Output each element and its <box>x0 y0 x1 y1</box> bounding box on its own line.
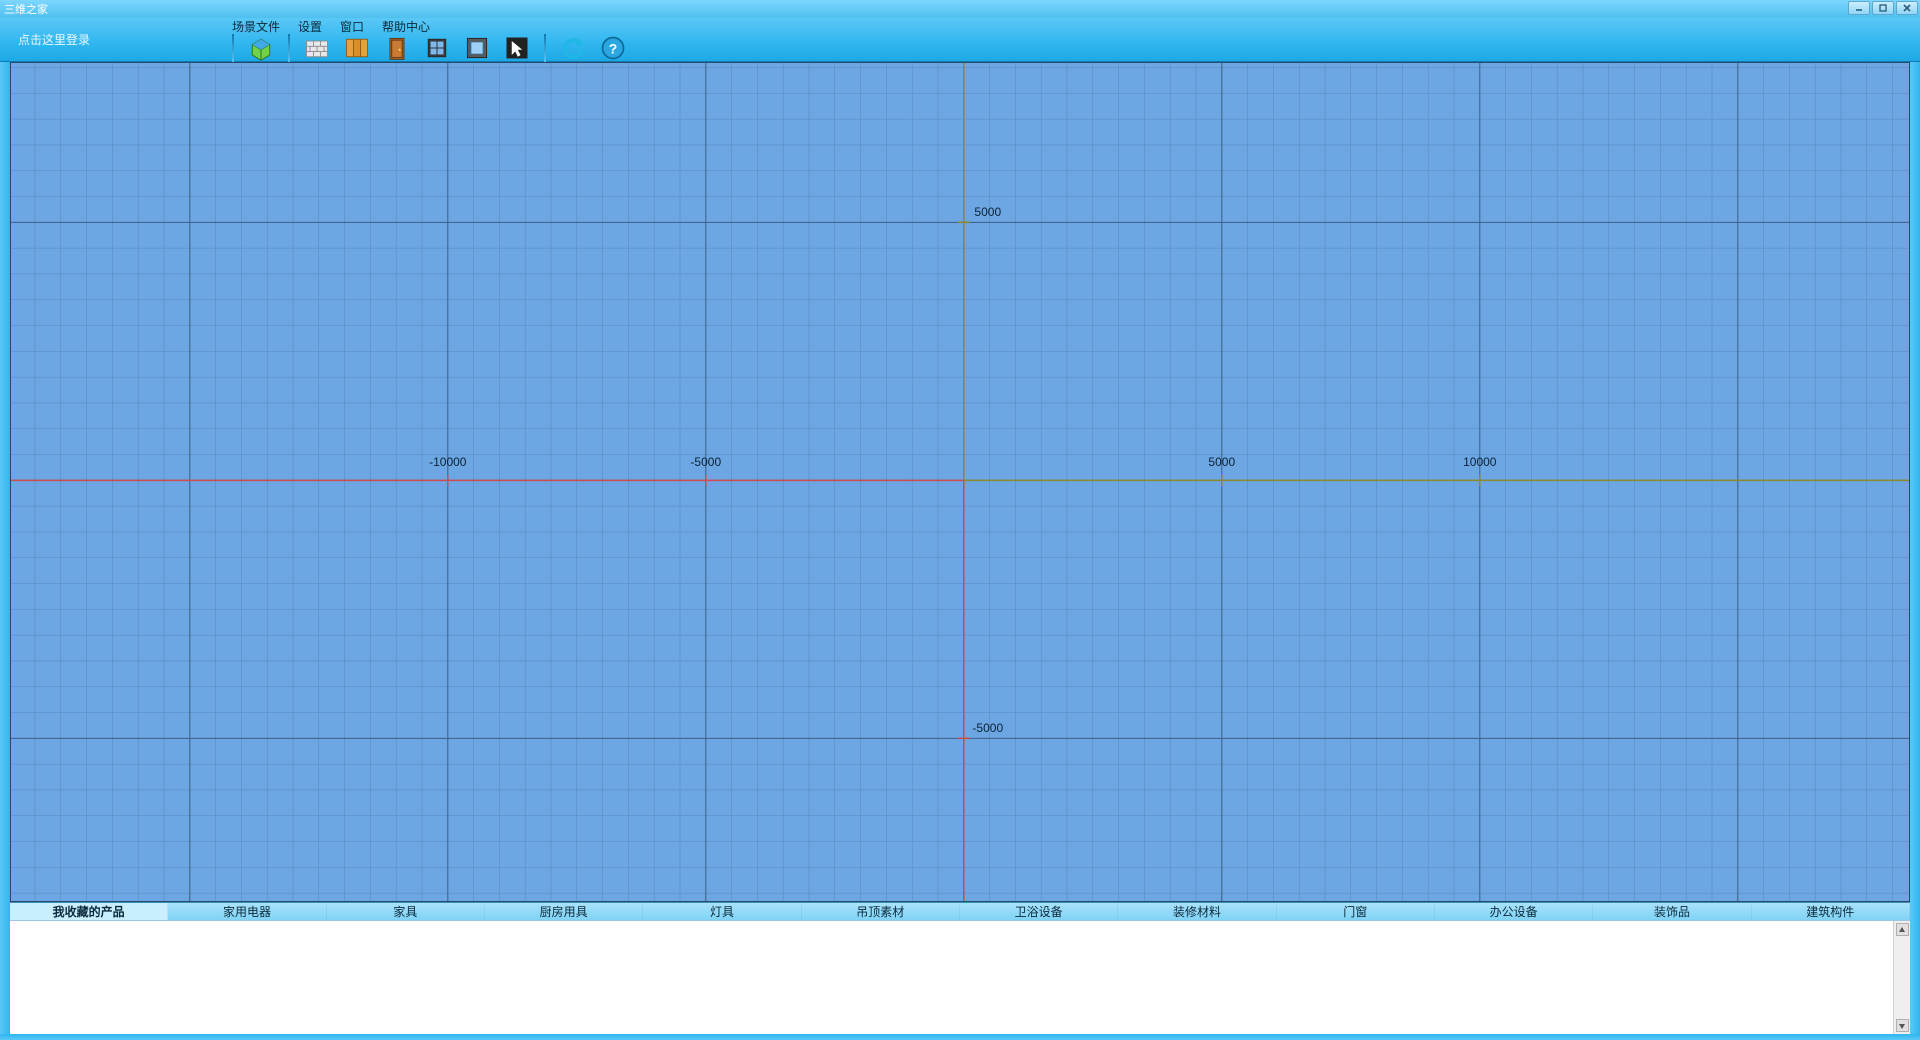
login-prompt: 点击这里登录 <box>18 31 228 48</box>
category-tab[interactable]: 家具 <box>327 903 485 920</box>
category-label: 吊顶素材 <box>856 903 904 920</box>
category-tab[interactable]: 卫浴设备 <box>960 903 1118 920</box>
axis-tick-label: -5000 <box>972 721 1003 735</box>
category-bar: 我收藏的产品 家用电器 家具 厨房用具 灯具 吊顶素材 卫浴设备 装修材料 门窗 办公设备 装饰品 建… <box>10 902 1910 920</box>
wall-icon <box>303 34 331 65</box>
toolbar-separator <box>544 34 546 64</box>
category-tab[interactable]: 家用电器 <box>168 903 326 920</box>
bottom-frame-edge <box>0 1034 1920 1040</box>
toolbar: ? <box>228 34 1920 64</box>
door-button[interactable] <box>380 34 414 64</box>
category-label: 我收藏的产品 <box>53 903 125 920</box>
header: 点击这里登录 场景文件 设置 窗口 帮助中心 <box>0 18 1920 62</box>
product-panel <box>10 920 1910 1034</box>
category-tab[interactable]: 吊顶素材 <box>802 903 960 920</box>
category-label: 建筑构件 <box>1806 903 1854 920</box>
svg-text:?: ? <box>609 40 618 56</box>
category-label: 装修材料 <box>1173 903 1221 920</box>
design-canvas[interactable]: -10000 -5000 5000 10000 5000 -5000 <box>10 62 1910 902</box>
menu-help[interactable]: 帮助中心 <box>382 18 430 35</box>
close-button[interactable] <box>1896 1 1918 15</box>
axis-tick-label: 10000 <box>1463 455 1496 469</box>
category-label: 灯具 <box>710 903 734 920</box>
menu-window[interactable]: 窗口 <box>340 18 364 35</box>
title-bar: 三维之家 <box>0 0 1920 18</box>
axis-tick-label: 5000 <box>974 205 1001 219</box>
category-tab[interactable]: 装饰品 <box>1593 903 1751 920</box>
toolbar-separator <box>232 34 234 64</box>
undo-button[interactable] <box>556 34 590 64</box>
category-tab[interactable]: 装修材料 <box>1118 903 1276 920</box>
login-area[interactable]: 点击这里登录 <box>0 18 228 61</box>
window-icon <box>423 34 451 65</box>
region-button[interactable] <box>460 34 494 64</box>
category-label: 家用电器 <box>223 903 271 920</box>
right-frame-edge <box>1910 62 1920 1034</box>
category-tab[interactable]: 我收藏的产品 <box>10 903 168 920</box>
door-icon <box>383 34 411 65</box>
category-label: 家具 <box>393 903 417 920</box>
minimize-button[interactable] <box>1848 1 1870 15</box>
3d-cube-button[interactable] <box>244 34 278 64</box>
wall-button[interactable] <box>300 34 334 64</box>
category-tab[interactable]: 办公设备 <box>1435 903 1593 920</box>
region-icon <box>463 34 491 65</box>
window-button[interactable] <box>420 34 454 64</box>
help-button[interactable]: ? <box>596 34 630 64</box>
menu-bar: 场景文件 设置 窗口 帮助中心 <box>228 18 1920 34</box>
app-title: 三维之家 <box>4 1 48 17</box>
floor-button[interactable] <box>340 34 374 64</box>
axis-tick-label: -10000 <box>429 455 466 469</box>
main: -10000 -5000 5000 10000 5000 -5000 我收藏的产品 家用电器… <box>0 62 1920 1034</box>
product-scrollbar[interactable] <box>1893 921 1910 1034</box>
3d-cube-icon <box>247 34 275 65</box>
toolbar-separator <box>288 34 290 64</box>
axis-tick-label: 5000 <box>1208 455 1235 469</box>
maximize-button[interactable] <box>1872 1 1894 15</box>
scroll-down-button[interactable] <box>1896 1019 1909 1032</box>
category-label: 装饰品 <box>1654 903 1690 920</box>
menu-scene-file[interactable]: 场景文件 <box>232 18 280 35</box>
undo-icon <box>559 34 587 65</box>
category-label: 办公设备 <box>1490 903 1538 920</box>
left-frame-edge <box>0 62 10 1034</box>
category-label: 门窗 <box>1343 903 1367 920</box>
cursor-icon <box>503 34 531 65</box>
scroll-up-button[interactable] <box>1896 923 1909 936</box>
cursor-button[interactable] <box>500 34 534 64</box>
axis-tick-label: -5000 <box>690 455 721 469</box>
help-icon: ? <box>599 34 627 65</box>
window-controls <box>1848 1 1918 15</box>
category-tab[interactable]: 灯具 <box>643 903 801 920</box>
category-tab[interactable]: 厨房用具 <box>485 903 643 920</box>
category-label: 厨房用具 <box>540 903 588 920</box>
category-tab[interactable]: 建筑构件 <box>1752 903 1910 920</box>
floor-icon <box>343 34 371 65</box>
category-tab[interactable]: 门窗 <box>1277 903 1435 920</box>
category-label: 卫浴设备 <box>1015 903 1063 920</box>
menu-settings[interactable]: 设置 <box>298 18 322 35</box>
